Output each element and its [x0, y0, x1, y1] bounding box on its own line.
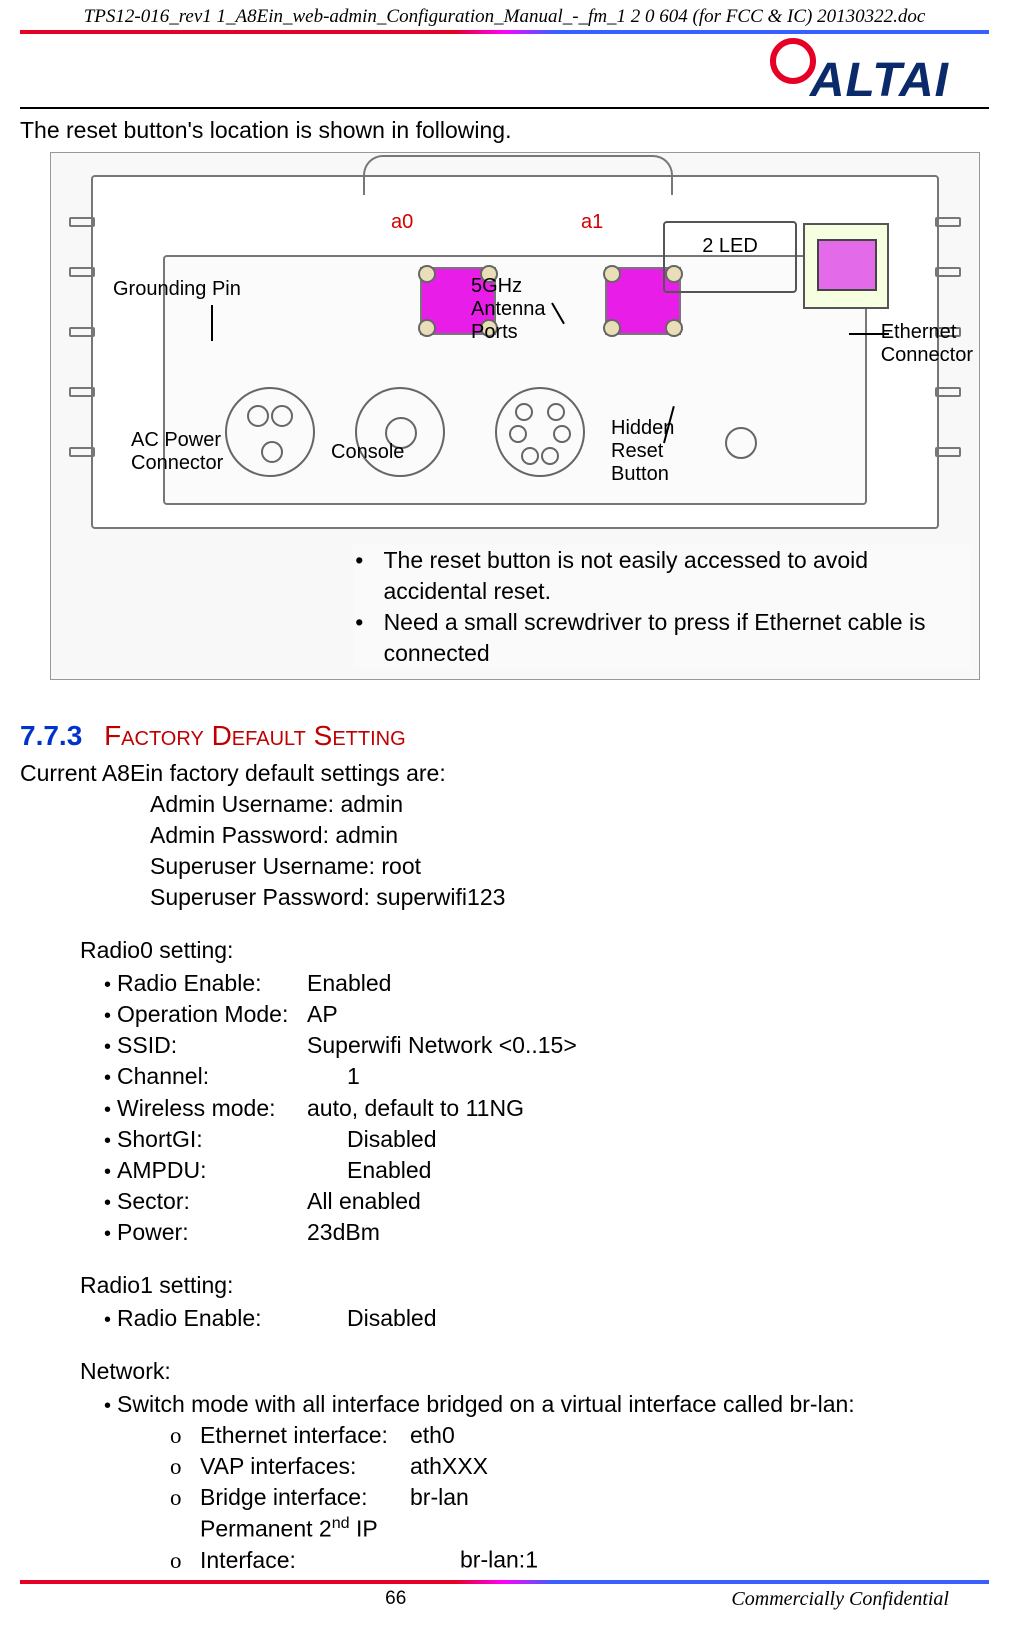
page-number: 66 — [60, 1588, 731, 1611]
radio0-list: Radio Enable:Enabled Operation Mode:AP S… — [104, 968, 989, 1247]
grounding-pin-label: Grounding Pin — [113, 278, 241, 301]
ac-power-connector-icon — [225, 387, 315, 477]
header-thin-rule — [20, 107, 989, 109]
radio1-list: Radio Enable:Disabled — [104, 1303, 989, 1334]
section-heading: 7.7.3 Factory Default Setting — [20, 720, 989, 752]
list-item: Power:23dBm — [104, 1217, 989, 1248]
list-item: Channel:1 — [104, 1061, 989, 1092]
radio0-heading: Radio0 setting: — [80, 935, 989, 966]
led-label: 2 LED — [702, 235, 758, 257]
confidential-label: Commercially Confidential — [731, 1588, 949, 1611]
device-enclosure: 2 LED — [91, 175, 939, 529]
page-footer: 66 Commercially Confidential — [20, 1588, 989, 1631]
list-item: Operation Mode:AP — [104, 999, 989, 1030]
console-port-icon — [495, 387, 585, 477]
ac-power-label: AC Power Connector — [131, 429, 223, 475]
a0-label: a0 — [391, 211, 413, 234]
figure-note-1: The reset button is not easily accessed … — [383, 545, 971, 607]
logo-text: ALTAI — [810, 54, 949, 107]
console-label: Console — [331, 441, 404, 464]
list-item: Radio Enable:Enabled — [104, 968, 989, 999]
list-item: Bridge interface:br-lan — [170, 1482, 989, 1513]
reset-button-label: Hidden Reset Button — [611, 417, 674, 486]
altai-logo: ALTAI — [770, 38, 949, 105]
section-intro: Current A8Ein factory default settings a… — [20, 758, 989, 789]
a1-label: a1 — [581, 211, 603, 234]
cred-admin-pass: Admin Password: admin — [150, 820, 989, 851]
cred-admin-user: Admin Username: admin — [150, 789, 989, 820]
list-item: Permanent 2nd IP Interface:br-lan:1 — [170, 1513, 989, 1576]
network-list: Switch mode with all interface bridged o… — [104, 1389, 989, 1420]
list-item: AMPDU:Enabled — [104, 1155, 989, 1186]
cred-super-pass: Superuser Password: superwifi123 — [150, 882, 989, 913]
list-item: Switch mode with all interface bridged o… — [104, 1389, 989, 1420]
intro-text: The reset button's location is shown in … — [20, 115, 989, 146]
list-item: Sector:All enabled — [104, 1186, 989, 1217]
section-title: Factory Default Setting — [104, 720, 406, 751]
list-item: Ethernet interface:eth0 — [170, 1420, 989, 1451]
network-heading: Network: — [80, 1356, 989, 1387]
leader-line — [849, 333, 889, 335]
network-sublist: Ethernet interface:eth0 VAP interfaces:a… — [170, 1420, 989, 1576]
ethernet-connector-label: Ethernet Connector — [881, 321, 973, 367]
list-item: ShortGI:Disabled — [104, 1124, 989, 1155]
radio1-heading: Radio1 setting: — [80, 1270, 989, 1301]
header-rule — [20, 30, 989, 34]
footer-rule — [20, 1580, 989, 1584]
figure-notes: •The reset button is not easily accessed… — [353, 545, 971, 669]
header-filename: TPS12-016_rev1 1_A8Ein_web-admin_Configu… — [20, 0, 989, 30]
cred-super-user: Superuser Username: root — [150, 851, 989, 882]
hidden-reset-button-icon — [725, 427, 757, 459]
reset-button-figure: 2 LED a0 a1 Grounding Pin 5GHz Antenna P… — [50, 152, 980, 680]
list-item: Radio Enable:Disabled — [104, 1303, 989, 1334]
led-box: 2 LED — [663, 221, 797, 293]
ethernet-box — [803, 223, 889, 309]
device-handle — [363, 155, 673, 195]
figure-note-2: Need a small screwdriver to press if Eth… — [384, 607, 971, 669]
list-item: VAP interfaces:athXXX — [170, 1451, 989, 1482]
ethernet-port-icon — [817, 239, 877, 291]
section-number: 7.7.3 — [20, 720, 82, 751]
antenna-ports-label: 5GHz Antenna Ports — [471, 275, 546, 344]
list-item: Wireless mode:auto, default to 11NG — [104, 1093, 989, 1124]
list-item: SSID:Superwifi Network <0..15> — [104, 1030, 989, 1061]
leader-line — [211, 305, 213, 341]
